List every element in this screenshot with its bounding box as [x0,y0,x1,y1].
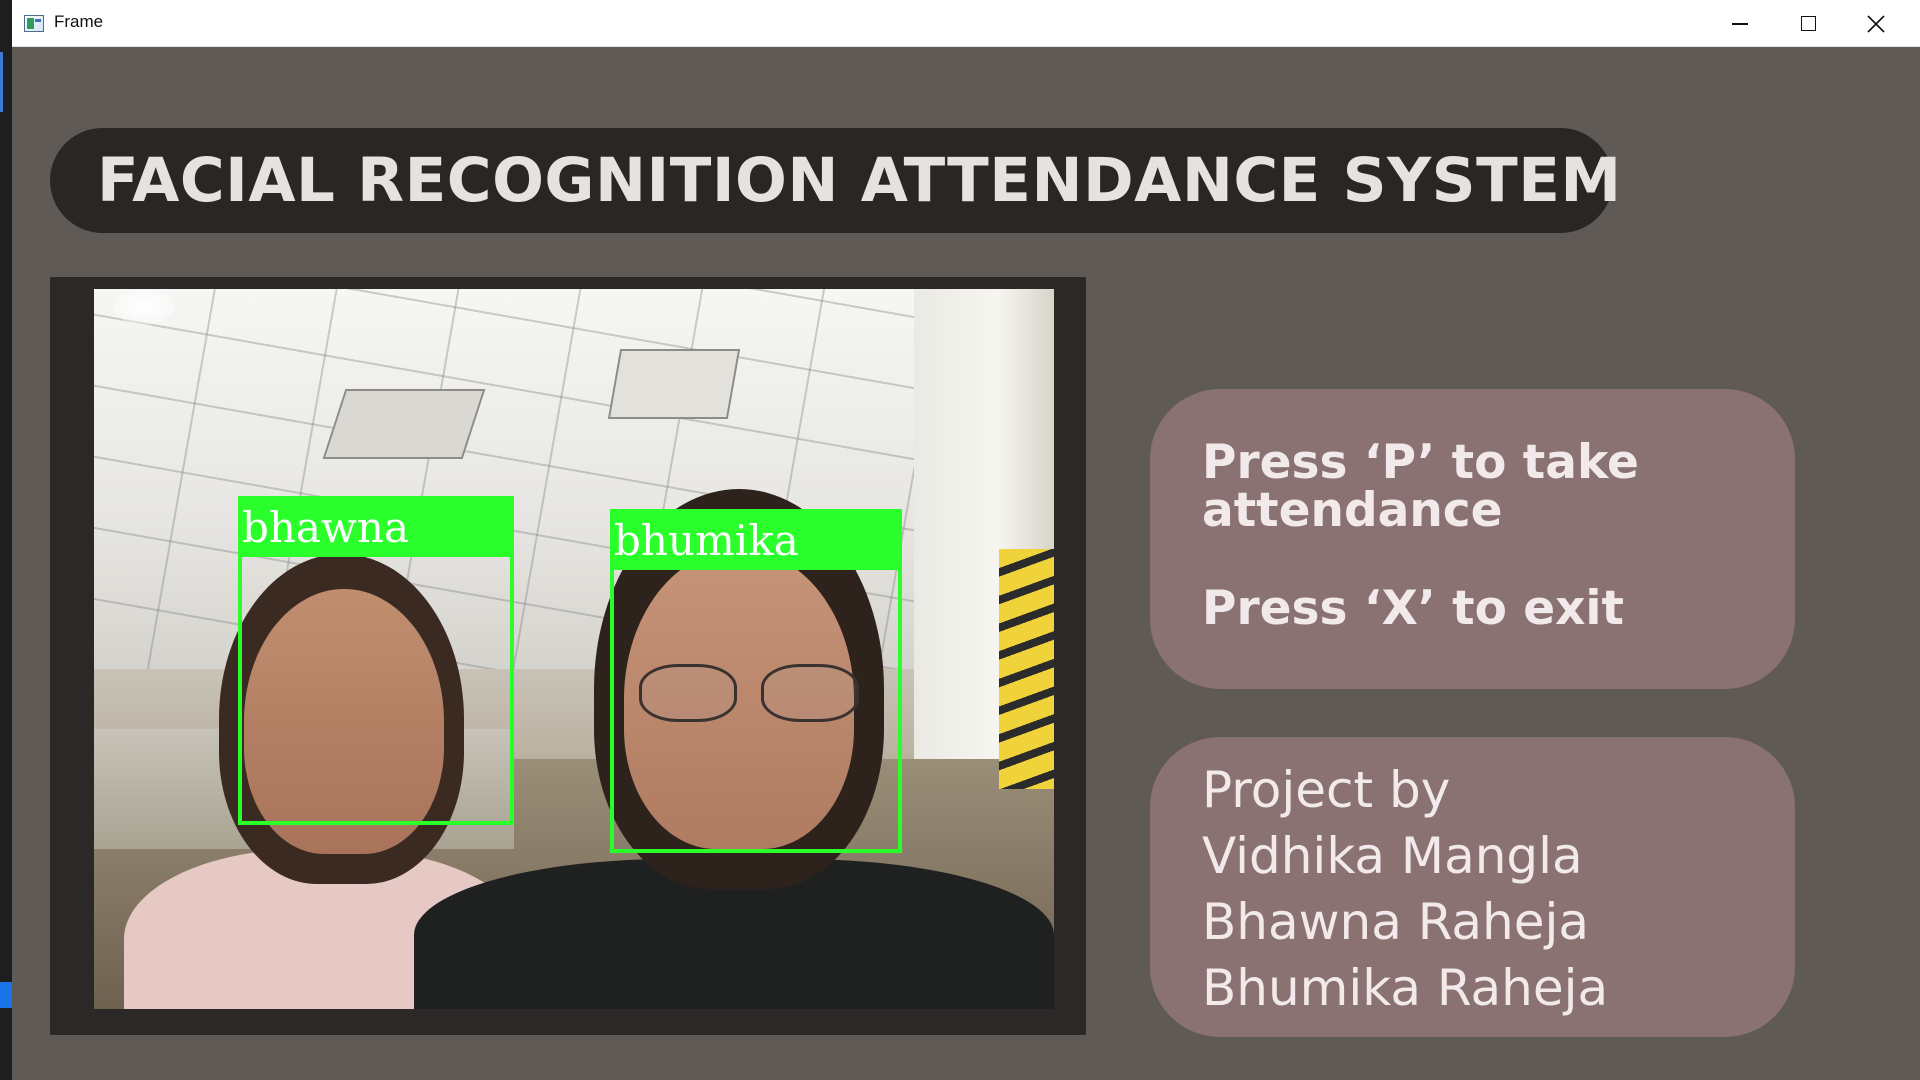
instructions-card: Press ‘P’ to take attendance Press ‘X’ t… [1150,389,1795,689]
title-bar[interactable]: Frame [12,0,1920,47]
instruction-text: Press ‘P’ to take [1202,435,1639,490]
face-detection-box [610,563,902,853]
taskbar-accent [0,52,3,112]
camera-scene-light [114,289,174,325]
credits-card: Project by Vidhika Mangla Bhawna Raheja … [1150,737,1795,1037]
window-title: Frame [54,12,104,31]
camera-scene-vent [322,389,486,459]
minimize-icon [1732,23,1748,25]
face-detection-label: bhawna [238,496,514,557]
frame-window: Frame FACIAL RECOGNITION ATTENDANCE SYST… [12,0,1920,1080]
frame-canvas: FACIAL RECOGNITION ATTENDANCE SYSTEM bha… [12,48,1920,1080]
app-heading: FACIAL RECOGNITION ATTENDANCE SYSTEM [97,145,1622,216]
credits-name: Bhumika Raheja [1202,959,1609,1017]
credits-heading: Project by [1202,761,1451,819]
face-detection-label: bhumika [610,509,902,570]
maximize-icon [1800,16,1816,31]
credits-name: Bhawna Raheja [1202,893,1590,951]
desktop-edge [0,0,12,1080]
camera-scene-vent [607,349,741,419]
taskbar-accent [0,982,12,1008]
title-banner: FACIAL RECOGNITION ATTENDANCE SYSTEM [50,128,1621,233]
camera-frame: bhawna bhumika [50,277,1086,1035]
instruction-text: Press ‘X’ to exit [1202,581,1625,636]
minimize-button[interactable] [1706,0,1774,47]
close-button[interactable] [1842,0,1910,47]
face-detection-box [238,553,514,825]
close-icon [1867,14,1885,33]
instruction-text: attendance [1202,483,1503,538]
camera-scene-poster [999,549,1054,789]
maximize-button[interactable] [1774,0,1842,47]
credits-name: Vidhika Mangla [1202,827,1583,885]
camera-feed: bhawna bhumika [94,289,1054,1009]
app-window-icon [24,15,44,32]
